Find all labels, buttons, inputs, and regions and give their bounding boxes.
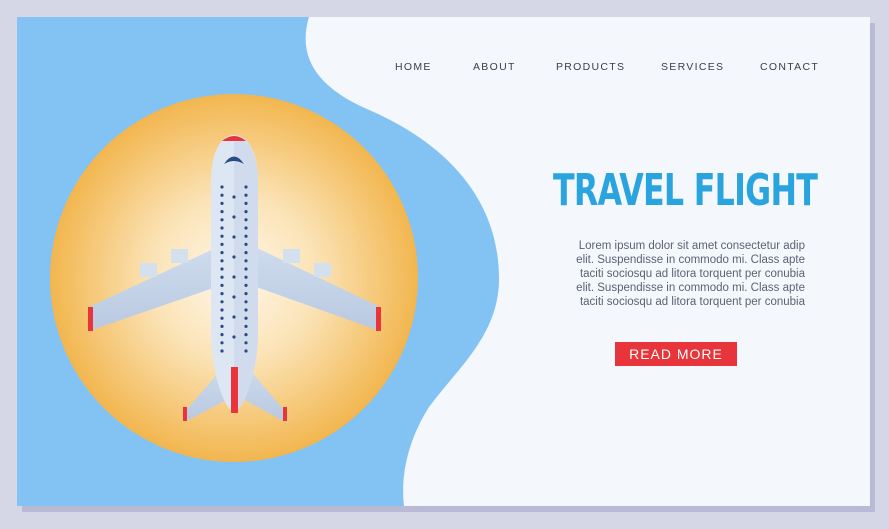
read-more-button[interactable]: READ MORE [615, 342, 737, 366]
hero-description: Lorem ipsum dolor sit amet consectetur a… [543, 239, 805, 309]
description-line: Lorem ipsum dolor sit amet consectetur a… [578, 240, 805, 252]
landing-page-card: HOME ABOUT PRODUCTS SERVICES CONTACT TRA… [17, 17, 870, 506]
hero-title: TRAVEL FLIGHT [553, 165, 818, 216]
description-line: taciti sociosqu ad litora torquent per c… [579, 296, 805, 308]
description-line: elit. Suspendisse in commodo mi. Class a… [576, 254, 805, 266]
nav-home[interactable]: HOME [395, 61, 432, 73]
nav-products[interactable]: PRODUCTS [556, 61, 625, 73]
description-line: taciti sociosqu ad litora torquent per c… [579, 268, 805, 280]
top-nav: HOME ABOUT PRODUCTS SERVICES CONTACT [17, 61, 870, 75]
nav-services[interactable]: SERVICES [661, 61, 724, 73]
nav-about[interactable]: ABOUT [473, 61, 516, 73]
description-line: elit. Suspendisse in commodo mi. Class a… [576, 282, 805, 294]
nav-contact[interactable]: CONTACT [760, 61, 819, 73]
